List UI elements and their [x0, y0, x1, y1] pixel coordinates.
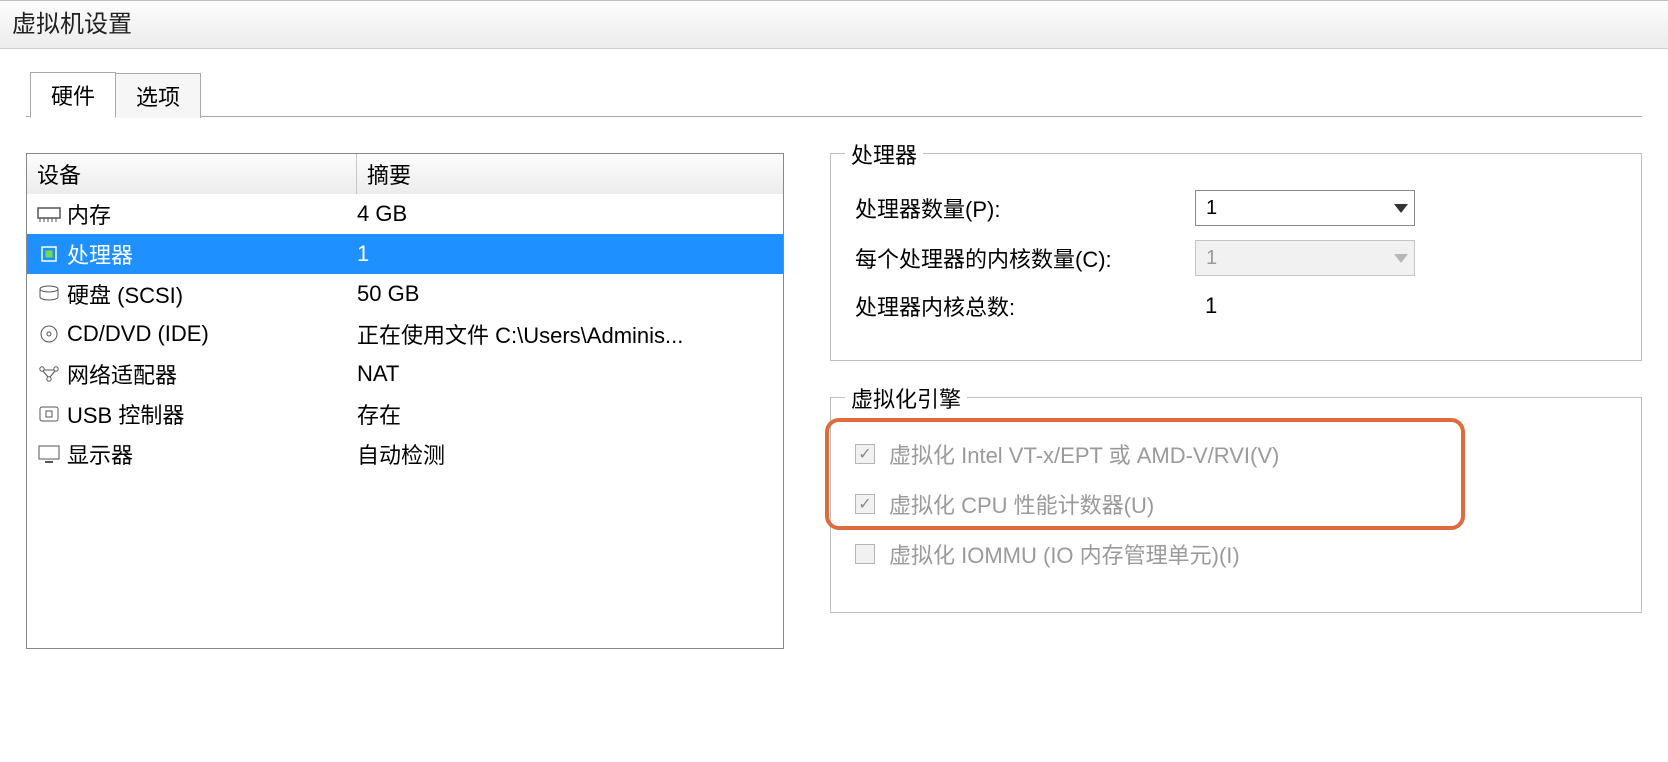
- window-title: 虚拟机设置: [0, 1, 1668, 49]
- virt-perf-label: 虚拟化 CPU 性能计数器(U): [889, 488, 1154, 520]
- virt-iommu-label: 虚拟化 IOMMU (IO 内存管理单元)(I): [889, 538, 1240, 570]
- virt-vt-label: 虚拟化 Intel VT-x/EPT 或 AMD-V/RVI(V): [889, 438, 1279, 470]
- chevron-down-icon: [1394, 204, 1408, 213]
- usb-icon: [35, 400, 63, 428]
- num-processors-dropdown[interactable]: 1: [1195, 190, 1415, 226]
- virtualization-legend: 虚拟化引擎: [845, 382, 967, 414]
- tab-options[interactable]: 选项: [116, 73, 201, 118]
- device-label: 显示器: [67, 438, 357, 470]
- device-summary: NAT: [357, 361, 783, 387]
- device-summary: 自动检测: [357, 438, 783, 470]
- chevron-down-icon: [1394, 254, 1408, 263]
- processor-legend: 处理器: [845, 138, 923, 170]
- tab-hardware[interactable]: 硬件: [30, 72, 116, 118]
- device-summary: 1: [357, 241, 783, 267]
- processor-icon: [35, 240, 63, 268]
- device-label: CD/DVD (IDE): [67, 321, 357, 347]
- header-summary[interactable]: 摘要: [357, 154, 783, 194]
- device-row-usb[interactable]: USB 控制器 存在: [27, 394, 783, 434]
- virt-iommu-row: 虚拟化 IOMMU (IO 内存管理单元)(I): [855, 538, 1617, 570]
- cores-per-processor-dropdown: 1: [1195, 240, 1415, 276]
- processor-groupbox: 处理器 处理器数量(P): 1 每个处理器的内核数量(C): 1: [830, 153, 1642, 361]
- tab-strip: 硬件 选项: [30, 71, 1642, 117]
- virtualization-groupbox: 虚拟化引擎 ✓ 虚拟化 Intel VT-x/EPT 或 AMD-V/RVI(V…: [830, 397, 1642, 613]
- network-icon: [35, 360, 63, 388]
- device-summary: 4 GB: [357, 201, 783, 227]
- num-processors-label: 处理器数量(P):: [855, 192, 1195, 224]
- device-label: 处理器: [67, 238, 357, 270]
- device-summary: 50 GB: [357, 281, 783, 307]
- cores-per-processor-label: 每个处理器的内核数量(C):: [855, 242, 1195, 274]
- device-label: 内存: [67, 198, 357, 230]
- header-device[interactable]: 设备: [27, 154, 357, 194]
- device-row-cd[interactable]: CD/DVD (IDE) 正在使用文件 C:\Users\Adminis...: [27, 314, 783, 354]
- total-cores-value: 1: [1195, 293, 1217, 319]
- virt-vt-row: ✓ 虚拟化 Intel VT-x/EPT 或 AMD-V/RVI(V): [855, 438, 1617, 470]
- memory-icon: [35, 200, 63, 228]
- total-cores-label: 处理器内核总数:: [855, 290, 1195, 322]
- device-row-disk[interactable]: 硬盘 (SCSI) 50 GB: [27, 274, 783, 314]
- device-label: 硬盘 (SCSI): [67, 278, 357, 310]
- virt-vt-checkbox: ✓: [855, 444, 875, 464]
- disk-icon: [35, 280, 63, 308]
- cores-per-processor-value: 1: [1206, 247, 1217, 270]
- device-label: 网络适配器: [67, 358, 357, 390]
- num-processors-value: 1: [1206, 197, 1217, 220]
- device-row-processor[interactable]: 处理器 1: [27, 234, 783, 274]
- virt-iommu-checkbox: [855, 544, 875, 564]
- device-row-display[interactable]: 显示器 自动检测: [27, 434, 783, 474]
- virt-perf-row: ✓ 虚拟化 CPU 性能计数器(U): [855, 488, 1617, 520]
- device-table: 设备 摘要 内存 4 GB 处理器 1: [26, 153, 784, 649]
- device-table-header: 设备 摘要: [27, 154, 783, 194]
- cd-icon: [35, 320, 63, 348]
- device-summary: 正在使用文件 C:\Users\Adminis...: [357, 318, 783, 350]
- device-row-network[interactable]: 网络适配器 NAT: [27, 354, 783, 394]
- device-summary: 存在: [357, 398, 783, 430]
- device-label: USB 控制器: [67, 398, 357, 430]
- display-icon: [35, 440, 63, 468]
- virt-perf-checkbox: ✓: [855, 494, 875, 514]
- device-row-memory[interactable]: 内存 4 GB: [27, 194, 783, 234]
